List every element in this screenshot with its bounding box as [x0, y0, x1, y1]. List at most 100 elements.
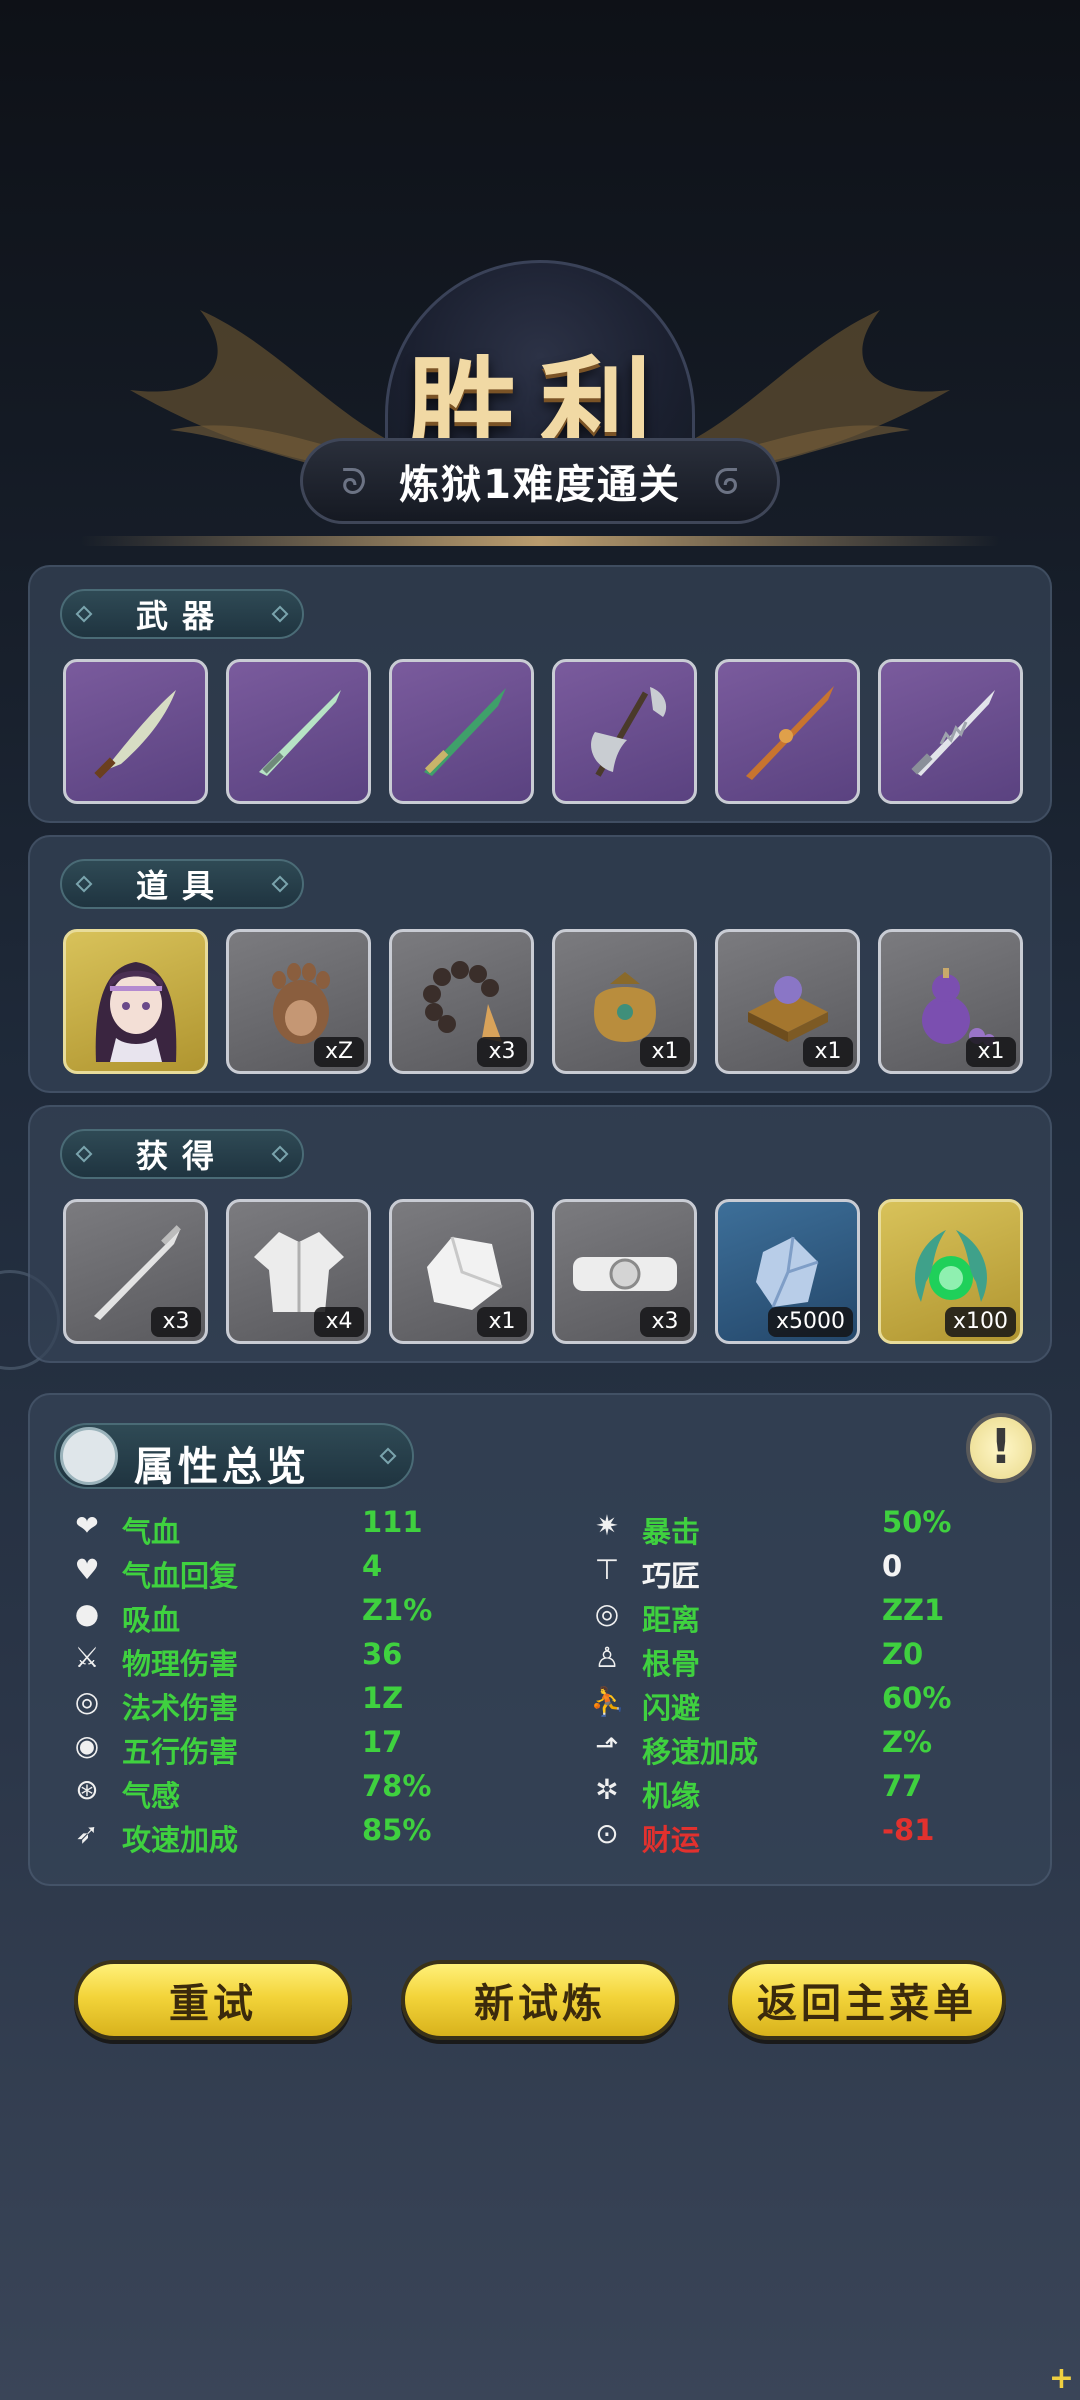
item-count: x5000 [767, 1307, 853, 1337]
blood-drop-icon: ● [74, 1597, 100, 1630]
attr-value: 77 [882, 1769, 923, 1803]
item-count: x3 [477, 1037, 527, 1067]
plus-icon: + [1048, 2361, 1074, 2396]
attr-label: 气血回复 [122, 1559, 239, 1593]
weapon-slot-5[interactable] [715, 659, 860, 804]
qi-icon: ⊛ [75, 1773, 99, 1806]
item-count: x1 [966, 1037, 1016, 1067]
attr-label: 攻速加成 [122, 1823, 239, 1857]
critical-icon: ✷ [595, 1509, 619, 1542]
attr-row-hp: ❤ 气血 111 [70, 1505, 550, 1549]
prop-slot-3[interactable]: x3 [389, 929, 534, 1074]
heart-icon: ❤ [75, 1509, 99, 1542]
bronze-spear-icon [745, 685, 834, 780]
attr-value: 111 [362, 1505, 423, 1539]
attr-row-constitution: ♙ 根骨 Z0 [590, 1637, 1070, 1681]
weapons-panel: 武器 [28, 565, 1052, 823]
weapon-slot-1[interactable] [63, 659, 208, 804]
attributes-right-column: ✷ 暴击 50% ⊤ 巧匠 0 ◎ 距离 ZZ1 ♙ 根骨 Z0 ⛹ 闪避 60% ⬏ 移速加成 Z% … [590, 1505, 1070, 1857]
retry-button[interactable]: 重试 [74, 1960, 352, 2040]
attr-value: -81 [882, 1813, 935, 1847]
diamond-icon [271, 605, 289, 623]
attr-value: 85% [362, 1813, 432, 1847]
fortune-icon: ✲ [595, 1773, 619, 1806]
attr-row-physical: ⚔ 物理伤害 36 [70, 1637, 550, 1681]
attr-value: 0 [882, 1549, 903, 1583]
range-icon: ◎ [594, 1597, 620, 1630]
new-trial-button[interactable]: 新试炼 [401, 1960, 679, 2040]
obtained-slot-4[interactable]: x3 [552, 1199, 697, 1344]
obtained-slot-1[interactable]: x3 [63, 1199, 208, 1344]
obtained-slot-5[interactable]: x5000 [715, 1199, 860, 1344]
prop-slot-6[interactable]: x1 [878, 929, 1023, 1074]
diamond-icon [75, 875, 93, 893]
attr-row-crit: ✷ 暴击 50% [590, 1505, 1070, 1549]
boot-icon: ⬏ [595, 1729, 619, 1762]
attr-value: 36 [362, 1637, 403, 1671]
weapon-slot-6[interactable] [878, 659, 1023, 804]
heart-regen-icon: ♥ [74, 1553, 100, 1586]
prop-slot-5[interactable]: x1 [715, 929, 860, 1074]
prop-slot-2[interactable]: xZ [226, 929, 371, 1074]
hammer-icon: ⊤ [594, 1553, 620, 1586]
weapon-slot-3[interactable] [389, 659, 534, 804]
attr-label: 闪避 [642, 1691, 701, 1725]
item-count: x100 [944, 1307, 1016, 1337]
attr-value: 17 [362, 1725, 403, 1759]
meditation-icon: ♙ [594, 1641, 620, 1674]
sword-icon: ⚔ [74, 1641, 100, 1674]
attr-label: 气感 [122, 1779, 181, 1813]
attr-value: Z% [882, 1725, 933, 1759]
diamond-icon [75, 605, 93, 623]
attr-value: 78% [362, 1769, 432, 1803]
attributes-panel: 属性总览 ! ❤ 气血 111 ♥ 气血回复 4 ● 吸血 Z1% ⚔ 物理伤害 36 ◎ 法术伤… [28, 1393, 1052, 1886]
swirl-right-icon: ᘐ [713, 462, 739, 503]
attr-row-fortune: ✲ 机缘 77 [590, 1769, 1070, 1813]
weapons-label: 武器 [135, 597, 228, 635]
serrated-blade-icon [910, 689, 995, 776]
diamond-icon [271, 875, 289, 893]
props-row: xZ x3 x1 x1 x1 [63, 929, 1023, 1074]
attr-row-move-speed: ⬏ 移速加成 Z% [590, 1725, 1070, 1769]
attr-label: 法术伤害 [122, 1691, 239, 1725]
attributes-left-column: ❤ 气血 111 ♥ 气血回复 4 ● 吸血 Z1% ⚔ 物理伤害 36 ◎ 法术伤害 1Z ◉ 五行… [70, 1505, 550, 1857]
character-portrait-icon [95, 961, 176, 1062]
diamond-icon [271, 1145, 289, 1163]
attr-row-dodge: ⛹ 闪避 60% [590, 1681, 1070, 1725]
obtained-panel: 获得 x3 x4 x1 x3 x5000 x100 [28, 1105, 1052, 1363]
attr-value: 50% [882, 1505, 952, 1539]
coin-icon: ⊙ [595, 1817, 619, 1850]
attr-value: 60% [882, 1681, 952, 1715]
main-menu-button[interactable]: 返回主菜单 [728, 1960, 1006, 2040]
attributes-title: 属性总览 [134, 1444, 310, 1490]
attr-label: 距离 [642, 1603, 701, 1637]
props-panel: 道具 xZ x3 x1 x1 x1 [28, 835, 1052, 1093]
weapon-slot-2[interactable] [226, 659, 371, 804]
obtained-slot-3[interactable]: x1 [389, 1199, 534, 1344]
battle-axe-icon [590, 686, 666, 777]
info-button[interactable]: ! [966, 1413, 1036, 1483]
jade-sword-icon [258, 689, 341, 776]
item-count: x4 [314, 1307, 364, 1337]
diamond-icon [379, 1447, 397, 1465]
diamond-icon [75, 1145, 93, 1163]
attr-label: 移速加成 [642, 1735, 759, 1769]
curved-blade-icon [93, 689, 176, 779]
weapon-slot-4[interactable] [552, 659, 697, 804]
attr-label: 物理伤害 [122, 1647, 239, 1681]
attr-label: 巧匠 [642, 1559, 701, 1593]
item-count: x1 [477, 1307, 527, 1337]
weapons-row [63, 659, 1023, 804]
prop-slot-1[interactable] [63, 929, 208, 1074]
prop-slot-4[interactable]: x1 [552, 929, 697, 1074]
attr-row-craftsman: ⊤ 巧匠 0 [590, 1549, 1070, 1593]
elements-icon: ◉ [74, 1729, 100, 1762]
stage-subtitle: 炼狱1难度通关 [399, 462, 681, 508]
obtained-slot-2[interactable]: x4 [226, 1199, 371, 1344]
spiral-icon: ◎ [74, 1685, 100, 1718]
props-tag: 道具 [60, 859, 304, 909]
attr-label: 根骨 [642, 1647, 701, 1681]
obtained-label: 获得 [135, 1137, 228, 1175]
obtained-slot-6[interactable]: x100 [878, 1199, 1023, 1344]
attr-row-lifesteal: ● 吸血 Z1% [70, 1593, 550, 1637]
